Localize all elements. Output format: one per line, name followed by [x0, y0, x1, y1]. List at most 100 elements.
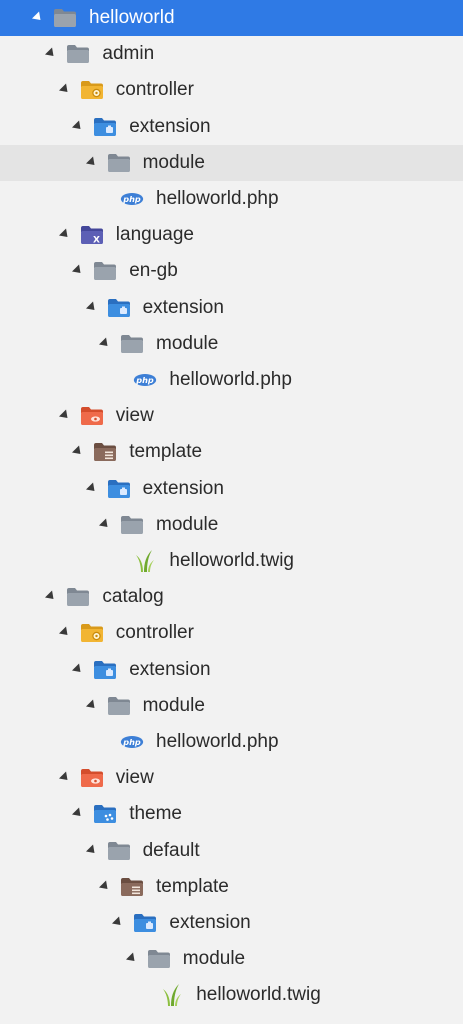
- folder-gray-icon: [66, 587, 90, 607]
- disclosure-triangle-icon[interactable]: [58, 228, 71, 241]
- tree-row[interactable]: helloworld.twig: [0, 543, 463, 579]
- tree-item-label: language: [115, 224, 194, 245]
- tree-item-label: catalog: [102, 586, 164, 607]
- tree-row[interactable]: module: [0, 688, 463, 724]
- folder-controller-icon: [80, 80, 104, 100]
- tree-row[interactable]: view: [0, 398, 463, 434]
- disclosure-triangle-icon[interactable]: [45, 590, 58, 603]
- folder-gray-icon: [107, 153, 131, 173]
- tree-row[interactable]: admin: [0, 36, 463, 72]
- tree-row[interactable]: module: [0, 507, 463, 543]
- tree-row[interactable]: controller: [0, 72, 463, 108]
- tree-item-label: helloworld.php: [156, 731, 279, 752]
- tree-row[interactable]: php helloworld.php: [0, 362, 463, 398]
- tree-row[interactable]: extension: [0, 471, 463, 507]
- tree-item-label: admin: [102, 43, 155, 64]
- disclosure-triangle-icon[interactable]: [72, 264, 85, 277]
- tree-item-label: view: [115, 405, 154, 426]
- disclosure-triangle-icon[interactable]: [85, 156, 98, 169]
- tree-row[interactable]: extension: [0, 652, 463, 688]
- disclosure-triangle-icon[interactable]: [112, 916, 125, 929]
- folder-theme-icon: [93, 804, 117, 824]
- twig-file-icon: [160, 984, 184, 1006]
- svg-text:X: X: [93, 236, 100, 246]
- tree-row[interactable]: Xlanguage: [0, 217, 463, 253]
- tree-item-label: template: [156, 876, 229, 897]
- php-file-icon: php: [120, 189, 144, 209]
- disclosure-triangle-icon[interactable]: [85, 482, 98, 495]
- folder-extension-icon: [107, 298, 131, 318]
- folder-gray-icon: [147, 949, 171, 969]
- tree-item-label: helloworld.twig: [196, 984, 321, 1005]
- tree-row[interactable]: php helloworld.php: [0, 181, 463, 217]
- folder-controller-icon: [80, 623, 104, 643]
- disclosure-triangle-icon[interactable]: [85, 301, 98, 314]
- disclosure-triangle-icon[interactable]: [125, 952, 138, 965]
- tree-row[interactable]: module: [0, 145, 463, 181]
- disclosure-triangle-icon[interactable]: [58, 771, 71, 784]
- tree-item-label: default: [142, 840, 200, 861]
- tree-item-label: controller: [115, 79, 194, 100]
- disclosure-triangle-icon[interactable]: [58, 409, 71, 422]
- tree-item-label: view: [115, 767, 154, 788]
- php-file-icon: php: [120, 732, 144, 752]
- tree-row[interactable]: extension: [0, 109, 463, 145]
- disclosure-triangle-icon[interactable]: [72, 445, 85, 458]
- php-badge-text: php: [136, 375, 155, 385]
- tree-item-label: helloworld.twig: [169, 550, 295, 571]
- php-badge-text: php: [122, 737, 141, 747]
- tree-row[interactable]: module: [0, 941, 463, 977]
- tree-row[interactable]: theme: [0, 796, 463, 832]
- folder-view-icon: [80, 768, 104, 788]
- disclosure-triangle-icon[interactable]: [31, 11, 45, 24]
- tree-item-label: extension: [129, 116, 211, 137]
- tree-item-label: module: [142, 152, 205, 173]
- tree-item-label: extension: [129, 659, 211, 680]
- tree-row[interactable]: catalog: [0, 579, 463, 615]
- folder-extension-icon: [133, 913, 157, 933]
- tree-row[interactable]: module: [0, 326, 463, 362]
- disclosure-triangle-icon[interactable]: [58, 626, 71, 639]
- folder-template-icon: [120, 877, 144, 897]
- tree-item-label: theme: [129, 803, 182, 824]
- folder-gray-icon: [93, 261, 117, 281]
- folder-template-icon: [93, 442, 117, 462]
- folder-gray-icon: [107, 841, 131, 861]
- disclosure-triangle-icon[interactable]: [72, 663, 85, 676]
- tree-item-label: helloworld.php: [156, 188, 279, 209]
- folder-gray-icon: [53, 8, 77, 28]
- tree-row[interactable]: controller: [0, 615, 463, 651]
- folder-language-icon: X: [80, 225, 104, 245]
- folder-extension-icon: [93, 660, 117, 680]
- tree-row[interactable]: default: [0, 833, 463, 869]
- disclosure-triangle-icon[interactable]: [72, 120, 85, 133]
- tree-row[interactable]: php helloworld.php: [0, 724, 463, 760]
- project-file-tree: helloworld admin controller extension module…: [0, 0, 463, 1024]
- folder-view-icon: [80, 406, 104, 426]
- tree-row[interactable]: template: [0, 869, 463, 905]
- tree-item-label: module: [142, 695, 205, 716]
- tree-row[interactable]: template: [0, 434, 463, 470]
- tree-row[interactable]: helloworld.twig: [0, 977, 463, 1013]
- disclosure-triangle-icon[interactable]: [85, 844, 98, 857]
- disclosure-triangle-icon[interactable]: [72, 807, 85, 820]
- disclosure-triangle-icon[interactable]: [98, 880, 112, 893]
- tree-item-label: helloworld.php: [169, 369, 292, 390]
- disclosure-triangle-icon[interactable]: [98, 518, 112, 531]
- tree-row[interactable]: view: [0, 760, 463, 796]
- tree-item-label: module: [182, 948, 246, 969]
- tree-row[interactable]: en-gb: [0, 253, 463, 289]
- tree-item-label: en-gb: [129, 260, 178, 281]
- tree-item-label: extension: [169, 912, 251, 933]
- tree-item-label: template: [129, 441, 203, 462]
- tree-item-label: controller: [115, 622, 194, 643]
- disclosure-triangle-icon[interactable]: [98, 337, 112, 350]
- php-file-icon: php: [133, 370, 157, 390]
- tree-row[interactable]: helloworld: [0, 0, 463, 36]
- disclosure-triangle-icon[interactable]: [85, 699, 98, 712]
- disclosure-triangle-icon[interactable]: [58, 83, 71, 96]
- tree-item-label: module: [156, 333, 219, 354]
- disclosure-triangle-icon[interactable]: [45, 47, 58, 60]
- tree-row[interactable]: extension: [0, 905, 463, 941]
- tree-row[interactable]: extension: [0, 290, 463, 326]
